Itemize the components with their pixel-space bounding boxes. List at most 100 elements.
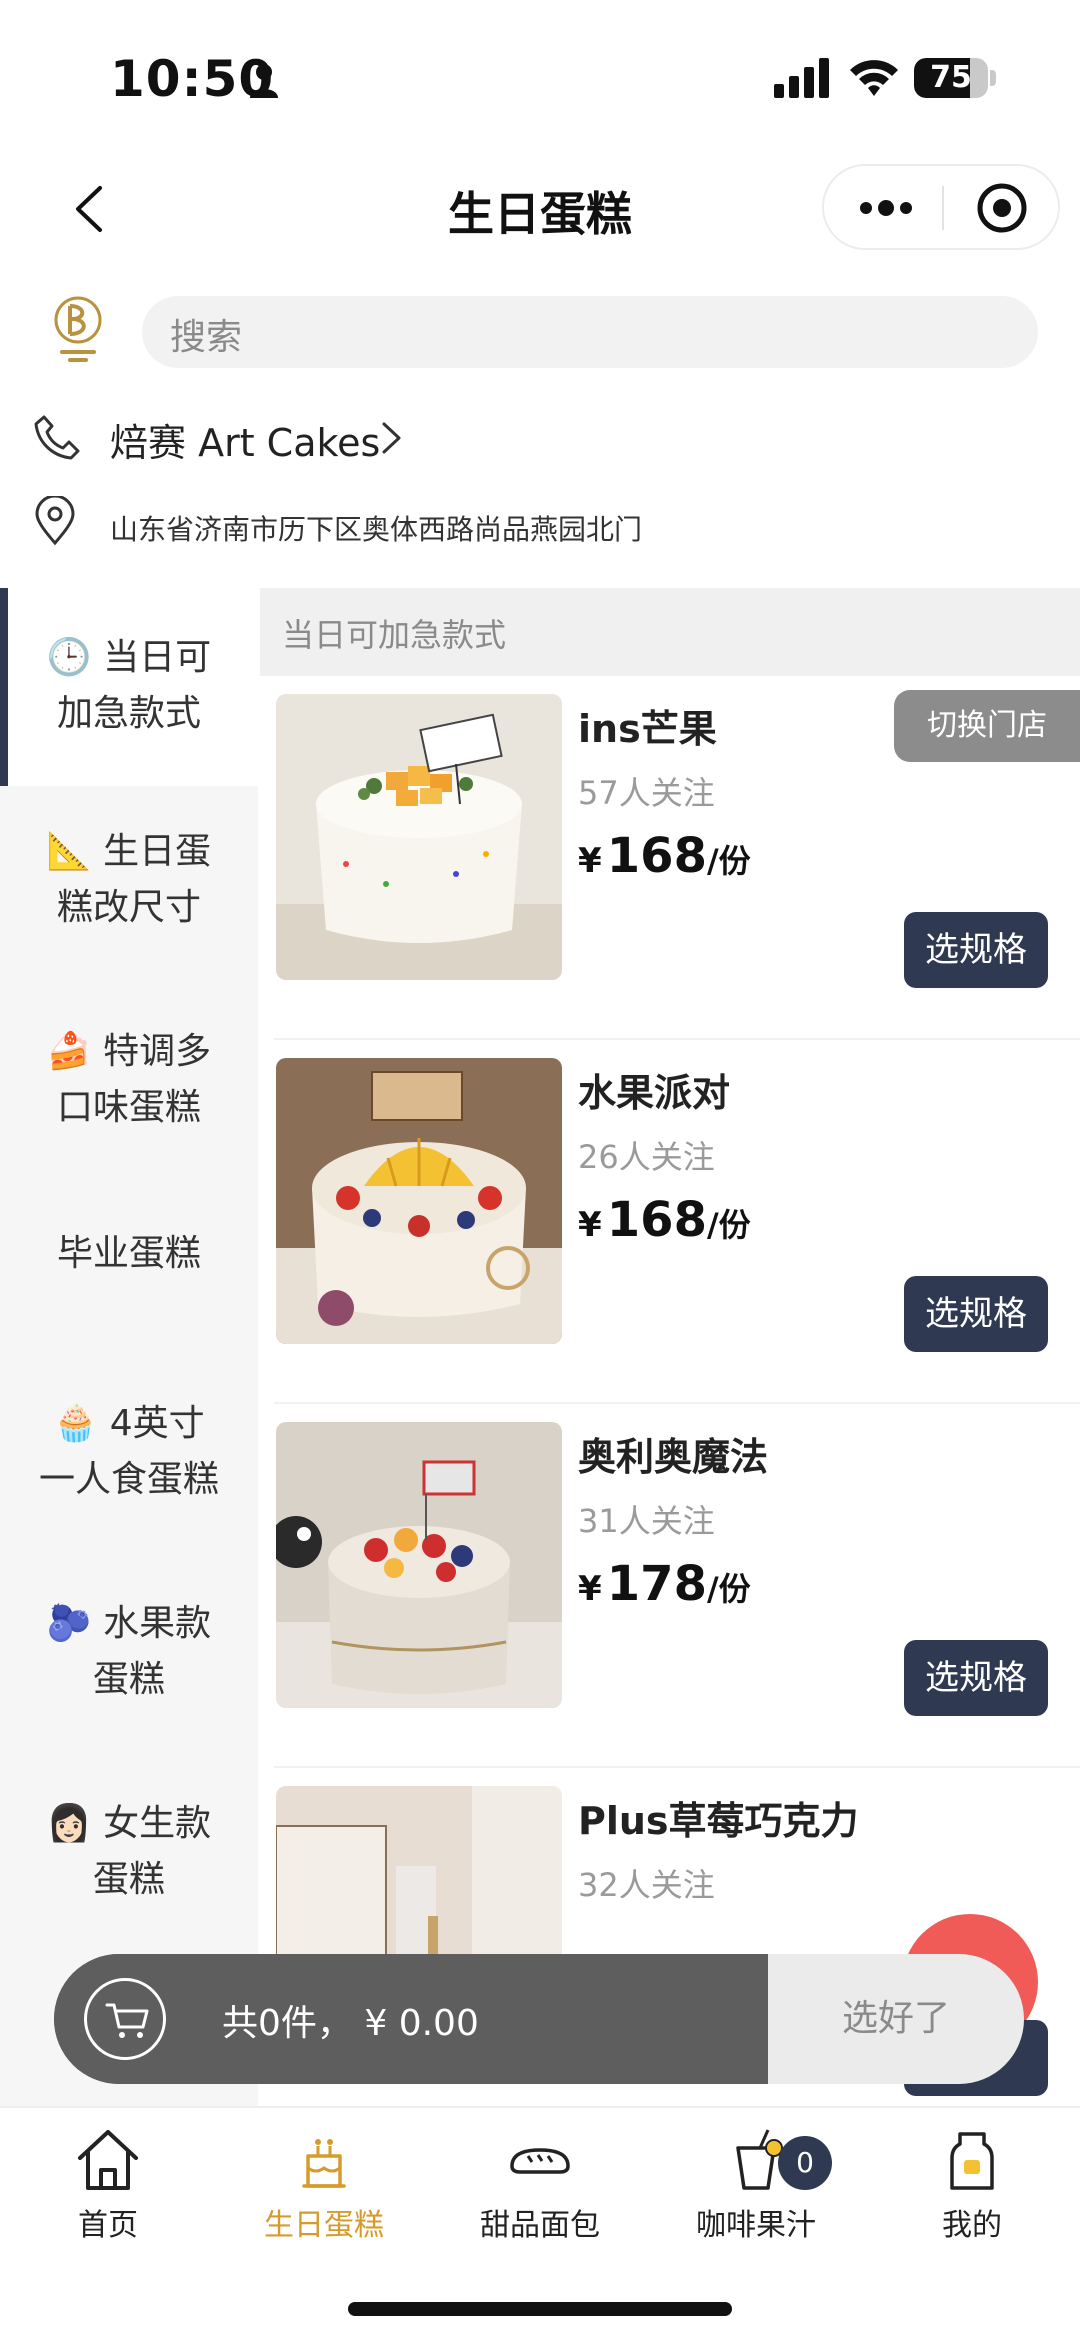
tab-desserts-bread[interactable]: 甜品面包	[432, 2126, 648, 2244]
store-address: 山东省济南市历下区奥体西路尚品燕园北门	[110, 513, 643, 546]
follow-count: 57人关注	[578, 774, 715, 812]
profile-icon	[950, 2132, 994, 2190]
price-unit: /份	[706, 1206, 751, 1244]
wifi-icon	[850, 60, 898, 96]
category-graduation[interactable]: 毕业蛋糕	[0, 1226, 258, 1282]
person-icon	[250, 64, 278, 98]
price-currency: ¥	[578, 841, 602, 881]
tab-label: 生日蛋糕	[264, 2208, 384, 2243]
tab-label: 首页	[78, 2208, 138, 2243]
product-card[interactable]: 奥利奥魔法 31人关注 ¥ 178/份 选规格	[260, 1404, 1080, 1768]
product-image[interactable]	[276, 1422, 562, 1708]
bread-icon	[510, 2148, 570, 2174]
category-label: 特调多	[103, 1031, 212, 1072]
oreo-magic-cake-image	[276, 1422, 562, 1708]
follow-count: 26人关注	[578, 1138, 715, 1176]
category-girls[interactable]: 👩🏻 女生款 蛋糕	[0, 1796, 258, 1908]
blueberry-icon: 🫐	[46, 1603, 92, 1644]
cart-count-badge: 0	[778, 2136, 832, 2190]
brand-logo	[54, 296, 102, 362]
battery-tip	[990, 70, 996, 86]
cart-summary-area[interactable]: 共0件， ¥ 0.00	[54, 1954, 768, 2084]
tab-label: 甜品面包	[480, 2208, 600, 2243]
category-label: 蛋糕	[92, 1859, 165, 1900]
category-label: 当日可	[103, 637, 212, 678]
home-indicator	[348, 2302, 732, 2316]
product-image[interactable]	[276, 1058, 562, 1344]
search-placeholder: 搜索	[170, 317, 243, 358]
product-price: ¥ 178/份	[578, 1556, 751, 1612]
product-name: ins芒果	[578, 707, 717, 751]
switch-store-button[interactable]: 切换门店	[894, 690, 1080, 762]
follow-count: 32人关注	[578, 1866, 715, 1904]
home-icon	[78, 2130, 138, 2190]
capsule-divider	[942, 186, 944, 230]
tab-coffee-juice[interactable]: 咖啡果汁 0	[648, 2126, 864, 2244]
battery-indicator: 75	[914, 58, 988, 98]
clock-icon: 🕒	[46, 637, 92, 678]
search-input[interactable]: 搜索	[142, 296, 1038, 368]
chevron-right-icon[interactable]	[380, 420, 404, 456]
store-name-link[interactable]: 焙赛 Art Cakes	[110, 412, 380, 467]
category-label: 口味蛋糕	[56, 1087, 201, 1128]
category-same-day-urgent[interactable]: 🕒 当日可 加急款式	[0, 588, 258, 786]
product-image[interactable]	[276, 694, 562, 980]
tab-birthday-cake[interactable]: 生日蛋糕	[216, 2126, 432, 2244]
select-spec-button[interactable]: 选规格	[904, 1640, 1048, 1716]
price-value: 178	[606, 1556, 707, 1612]
signal-icon	[774, 58, 829, 98]
product-name: 水果派对	[578, 1071, 731, 1115]
cart-bar: 共0件， ¥ 0.00 选好了	[54, 1954, 1024, 2084]
product-price: ¥ 168/份	[578, 828, 751, 884]
price-currency: ¥	[578, 1205, 602, 1245]
category-label: 一人食蛋糕	[38, 1459, 219, 1500]
active-indicator	[0, 588, 8, 786]
tab-label: 咖啡果汁	[696, 2208, 816, 2243]
cake-icon	[302, 2139, 346, 2188]
category-label: 水果款	[103, 1603, 212, 1644]
product-price: ¥ 168/份	[578, 1192, 751, 1248]
follow-count: 31人关注	[578, 1502, 715, 1540]
cart-summary: 共0件， ¥ 0.00	[222, 2003, 479, 2044]
phone-icon[interactable]	[34, 414, 80, 460]
tab-profile[interactable]: 我的	[864, 2126, 1080, 2244]
mini-program-capsule	[822, 164, 1060, 250]
section-header: 当日可加急款式	[260, 588, 1080, 676]
mango-cake-image	[276, 694, 562, 980]
fruit-party-cake-image	[276, 1058, 562, 1344]
close-target-icon[interactable]	[976, 182, 1028, 234]
select-spec-button[interactable]: 选规格	[904, 912, 1048, 988]
cart-button[interactable]	[84, 1978, 166, 2060]
category-label: 糕改尺寸	[56, 887, 201, 928]
product-name: 奥利奥魔法	[578, 1435, 769, 1479]
woman-icon: 👩🏻	[46, 1803, 92, 1844]
category-multi-flavor[interactable]: 🍰 特调多 口味蛋糕	[0, 1024, 258, 1136]
price-unit: /份	[706, 842, 751, 880]
checkout-button[interactable]: 选好了	[768, 1954, 1024, 2084]
battery-level: 75	[930, 60, 972, 95]
price-value: 168	[606, 1192, 707, 1248]
more-icon[interactable]	[858, 196, 914, 220]
category-label: 蛋糕	[92, 1659, 165, 1700]
tab-home[interactable]: 首页	[0, 2126, 216, 2244]
product-name: Plus草莓巧克力	[578, 1799, 859, 1843]
cupcake-icon: 🧁	[53, 1403, 99, 1444]
category-label: 4英寸	[109, 1403, 205, 1444]
category-label: 生日蛋	[103, 831, 212, 872]
price-currency: ¥	[578, 1569, 602, 1609]
section-title: 当日可加急款式	[282, 616, 507, 654]
cake-slice-icon: 🍰	[46, 1031, 92, 1072]
category-resize-cake[interactable]: 📐 生日蛋 糕改尺寸	[0, 824, 258, 936]
category-label: 加急款式	[56, 693, 201, 734]
shopping-cart-icon	[105, 2003, 149, 2038]
category-4-inch[interactable]: 🧁 4英寸 一人食蛋糕	[0, 1396, 258, 1508]
product-card[interactable]: 水果派对 26人关注 ¥ 168/份 选规格	[260, 1040, 1080, 1404]
triangle-ruler-icon: 📐	[46, 831, 92, 872]
select-spec-button[interactable]: 选规格	[904, 1276, 1048, 1352]
location-pin-icon	[35, 496, 75, 546]
price-unit: /份	[706, 1570, 751, 1608]
category-fruit[interactable]: 🫐 水果款 蛋糕	[0, 1596, 258, 1708]
category-sidebar: 🕒 当日可 加急款式 📐 生日蛋 糕改尺寸 🍰 特调多 口味蛋糕 毕业蛋糕 🧁 …	[0, 588, 258, 2108]
tab-label: 我的	[942, 2208, 1002, 2243]
category-label: 毕业蛋糕	[56, 1233, 201, 1274]
